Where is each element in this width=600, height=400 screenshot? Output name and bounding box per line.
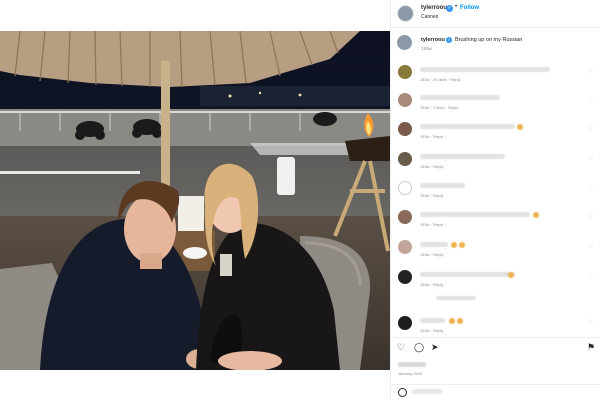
post-side-panel — [390, 0, 600, 400]
heart-icon[interactable]: ♡ — [588, 243, 593, 250]
comment-meta: 153w · Reply — [420, 328, 444, 333]
actions-divider — [390, 337, 600, 338]
comment-text — [420, 318, 445, 323]
heart-icon[interactable]: ♡ — [588, 96, 593, 103]
separator-dot: • — [455, 4, 458, 10]
emoji-icon — [451, 242, 457, 248]
comment-avatar[interactable] — [398, 210, 412, 224]
caption-avatar[interactable] — [397, 35, 412, 50]
post-location[interactable]: Cannes — [421, 14, 438, 20]
comment-avatar[interactable] — [398, 93, 412, 107]
add-comment-input[interactable] — [412, 389, 442, 394]
emoji-icon — [517, 124, 523, 130]
comment-meta: 183w · 26 likes · Reply — [420, 77, 461, 82]
caption-text: Brushing up on my Russian — [455, 37, 523, 43]
comment-avatar[interactable] — [398, 316, 412, 330]
comment-text — [420, 95, 500, 100]
verified-icon: ✓ — [446, 5, 453, 12]
comment-avatar[interactable] — [398, 181, 412, 195]
header-divider — [390, 27, 600, 28]
comment-avatar[interactable] — [398, 65, 412, 79]
caption-verified-icon: ✓ — [446, 37, 452, 43]
comment-avatar[interactable] — [398, 122, 412, 136]
share-icon[interactable]: ➤ — [431, 342, 439, 353]
comment-meta: 153w · Reply — [420, 282, 444, 287]
heart-icon[interactable]: ♡ — [588, 68, 593, 75]
comment-avatar[interactable] — [398, 152, 412, 166]
heart-icon[interactable]: ♡ — [397, 342, 405, 353]
emoji-icon — [533, 212, 539, 218]
comment-meta: 153w · 3 likes · Reply — [420, 105, 459, 110]
emoji-icon — [459, 242, 465, 248]
comment-text — [420, 212, 530, 217]
comment-meta: 153w · Reply — [420, 222, 444, 227]
heart-icon[interactable]: ♡ — [588, 155, 593, 162]
heart-icon[interactable]: ♡ — [588, 273, 593, 280]
comment-meta: 153w · Reply — [420, 252, 444, 257]
bookmark-icon[interactable]: ⚑ — [587, 342, 595, 353]
comment-avatar[interactable] — [398, 240, 412, 254]
emoji-icon — [449, 318, 455, 324]
comment-meta: 153w · Reply — [420, 164, 444, 169]
comment-text — [420, 242, 448, 247]
comment-icon[interactable]: ◯ — [414, 342, 424, 353]
comment-text — [420, 272, 515, 277]
heart-icon[interactable]: ♡ — [588, 213, 593, 220]
caption-username[interactable]: tylerroou — [421, 37, 445, 43]
comment-avatar[interactable] — [398, 270, 412, 284]
caption-time: 153w — [421, 46, 432, 51]
comment-text — [420, 67, 550, 72]
author-username[interactable]: tylerroou — [421, 5, 447, 11]
comment-meta: 153w · Reply — [420, 134, 444, 139]
likes-count[interactable] — [398, 362, 426, 367]
heart-icon[interactable]: ♡ — [588, 184, 593, 191]
post-photo[interactable] — [0, 31, 390, 370]
comment-text — [420, 124, 515, 129]
comment-text — [420, 183, 465, 188]
comment-text — [420, 154, 505, 159]
comment-meta: 153w · Reply — [420, 193, 444, 198]
post-date: January 2020 — [398, 371, 423, 376]
author-avatar[interactable] — [397, 5, 414, 22]
follow-button[interactable]: Follow — [460, 5, 479, 11]
emoji-icon — [457, 318, 463, 324]
heart-icon[interactable]: ♡ — [588, 125, 593, 132]
add-comment-divider — [390, 384, 600, 385]
emoji-icon[interactable] — [398, 388, 407, 397]
emoji-icon — [508, 272, 514, 278]
photo-illustration — [0, 31, 390, 370]
heart-icon[interactable]: ♡ — [588, 319, 593, 326]
view-replies[interactable] — [436, 296, 476, 300]
